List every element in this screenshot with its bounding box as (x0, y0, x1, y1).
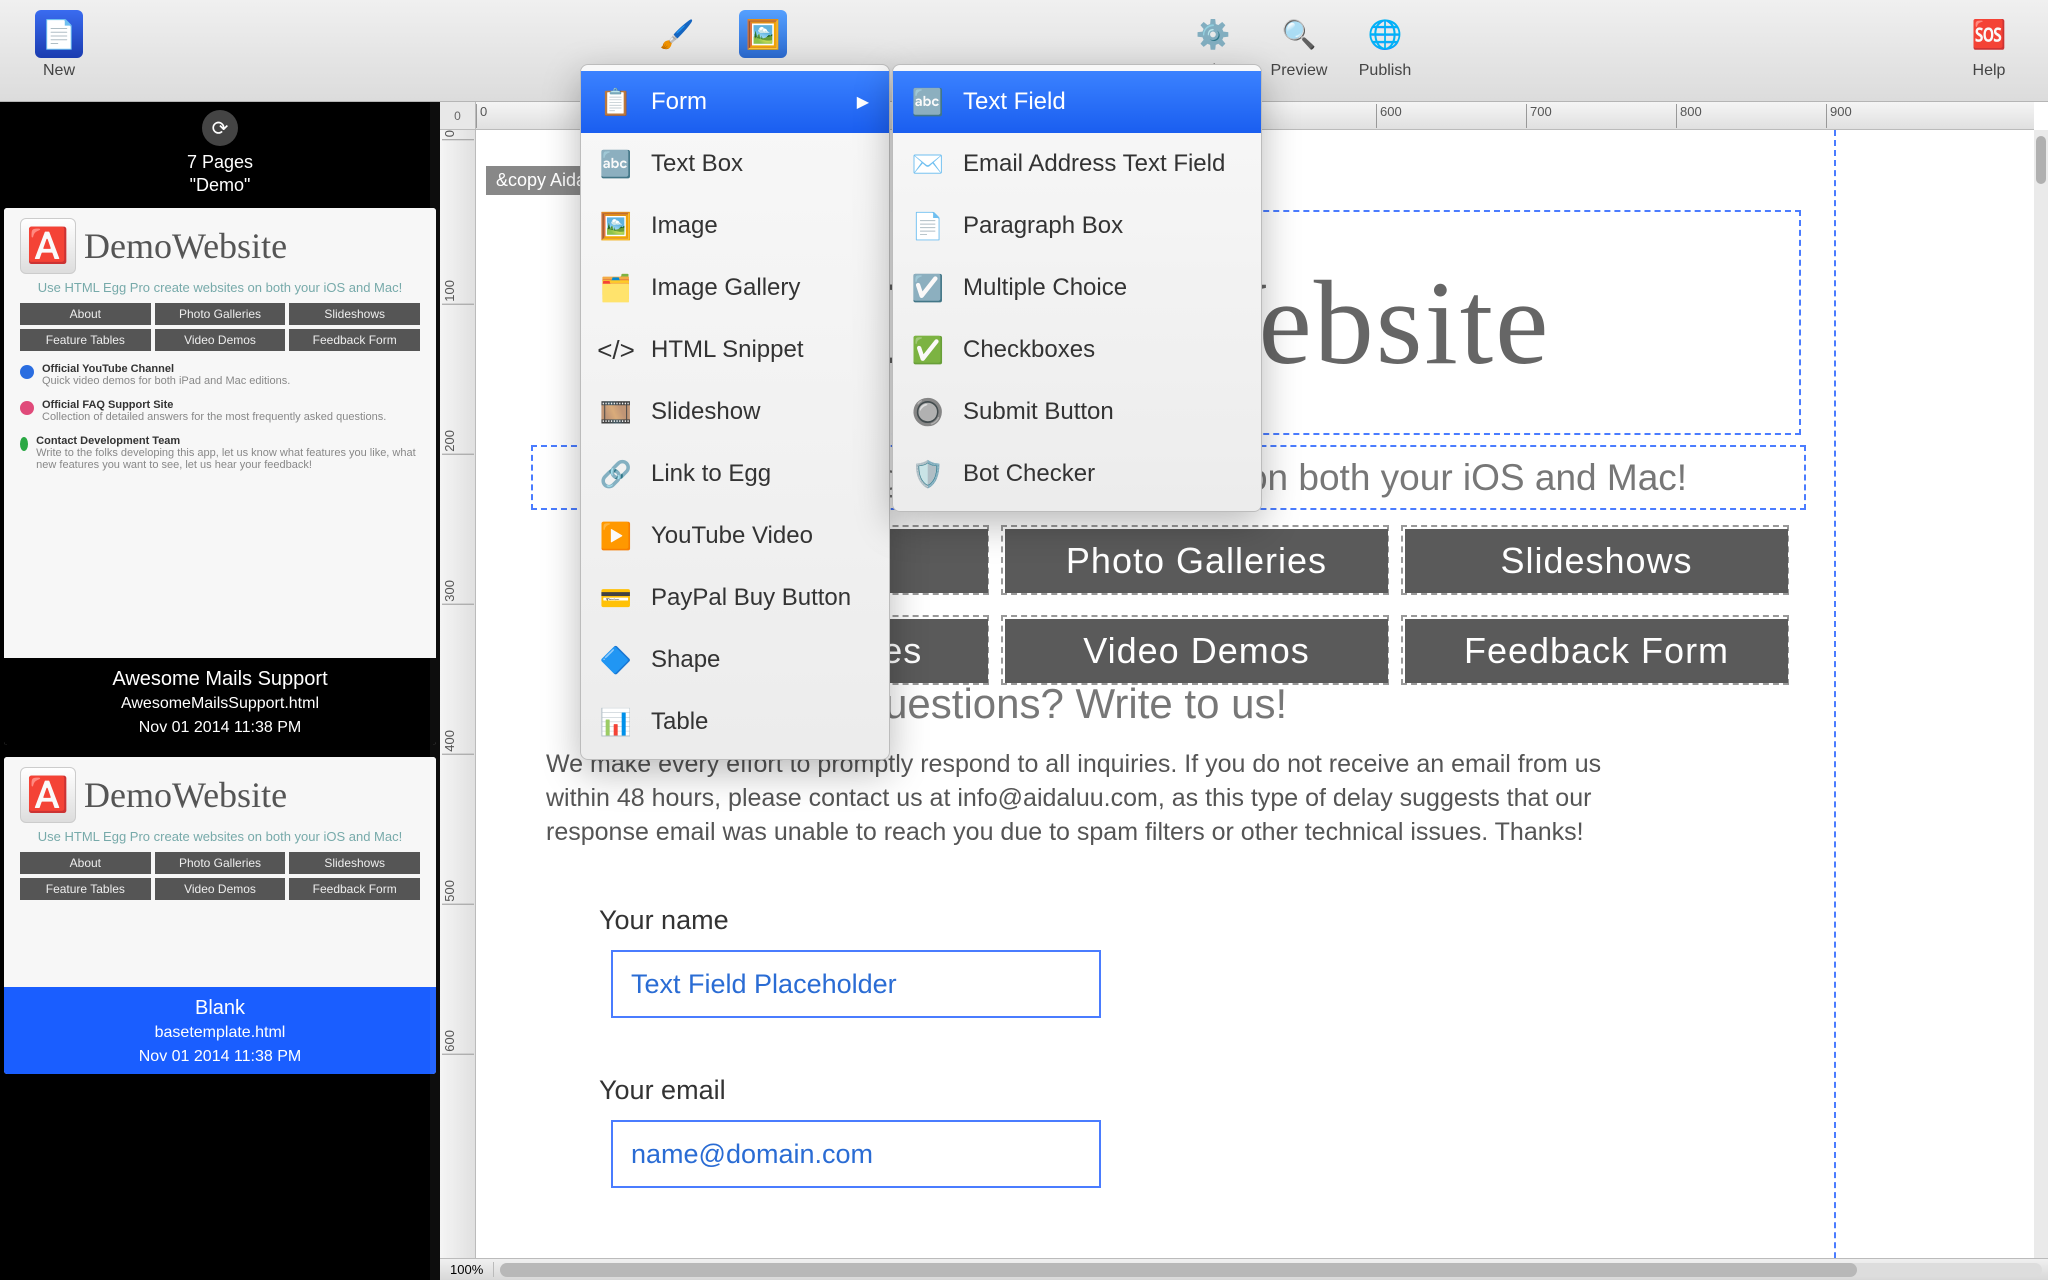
menu-item-label: Text Box (651, 150, 743, 178)
paragraph-box-icon: 📄 (907, 205, 949, 247)
text-box-icon: 🔤 (595, 143, 637, 185)
html-snippet-icon: </> (595, 329, 637, 371)
nav-video-demos[interactable]: Video Demos (1005, 619, 1388, 683)
page-thumbnail[interactable]: DemoWebsite Use HTML Egg Pro create webs… (4, 757, 436, 1074)
menu-item-label: Checkboxes (963, 336, 1095, 364)
menu-item-link-to-egg[interactable]: 🔗 Link to Egg (581, 443, 889, 505)
horizontal-scrollbar[interactable] (500, 1263, 2042, 1277)
menu-item-label: Shape (651, 646, 720, 674)
form-icon: 📋 (595, 81, 637, 123)
menu-item-label: Form (651, 88, 707, 116)
publish-button[interactable]: Publish (1346, 10, 1424, 80)
menu-item-label: Slideshow (651, 398, 760, 426)
email-address-text-field-icon: ✉️ (907, 143, 949, 185)
help-button[interactable]: Help (1950, 10, 2028, 80)
menu-item-label: HTML Snippet (651, 336, 804, 364)
youtube-video-icon: ▶️ (595, 515, 637, 557)
brush-icon (653, 10, 701, 58)
menu-item-label: Multiple Choice (963, 274, 1127, 302)
menu-item-label: Image Gallery (651, 274, 800, 302)
menu-item-submit-button[interactable]: 🔘 Submit Button (893, 381, 1261, 443)
thumbnail-caption: Awesome Mails Support AwesomeMailsSuppor… (4, 658, 436, 745)
ruler-corner: 0 (440, 102, 476, 130)
vertical-scrollbar[interactable] (2034, 130, 2048, 1258)
menu-item-label: YouTube Video (651, 522, 813, 550)
menu-item-image[interactable]: 🖼️ Image (581, 195, 889, 257)
preview-button[interactable]: Preview (1260, 10, 1338, 80)
menu-item-label: Table (651, 708, 708, 736)
image-icon: 🖼️ (595, 205, 637, 247)
refresh-icon[interactable]: ⟳ (202, 110, 238, 146)
name-label[interactable]: Your name (599, 905, 729, 936)
menu-item-label: Link to Egg (651, 460, 771, 488)
multiple-choice-icon: ☑️ (907, 267, 949, 309)
email-input[interactable] (611, 1120, 1101, 1188)
menu-item-email-address-text-field[interactable]: ✉️ Email Address Text Field (893, 133, 1261, 195)
menu-item-checkboxes[interactable]: ✅ Checkboxes (893, 319, 1261, 381)
menu-item-label: PayPal Buy Button (651, 584, 851, 612)
thumbnail-preview: DemoWebsite Use HTML Egg Pro create webs… (4, 208, 436, 658)
menu-item-table[interactable]: 📊 Table (581, 691, 889, 753)
menu-item-html-snippet[interactable]: </> HTML Snippet (581, 319, 889, 381)
ruler-vertical: 0 100 200 300 400 500 600 (440, 130, 476, 1258)
menu-item-shape[interactable]: 🔷 Shape (581, 629, 889, 691)
thumbnail-preview: DemoWebsite Use HTML Egg Pro create webs… (4, 757, 436, 987)
shape-icon: 🔷 (595, 639, 637, 681)
email-label[interactable]: Your email (599, 1075, 726, 1106)
insert-button[interactable] (724, 10, 802, 62)
nav-slideshows[interactable]: Slideshows (1405, 529, 1788, 593)
menu-item-label: Image (651, 212, 718, 240)
form-submenu: 🔤 Text Field ✉️ Email Address Text Field 📄 Pa… (892, 64, 1262, 512)
menu-item-text-box[interactable]: 🔤 Text Box (581, 133, 889, 195)
page-sidebar: ⟳ 7 Pages "Demo" DemoWebsite Use HTML Eg… (0, 102, 440, 1280)
menu-item-image-gallery[interactable]: 🗂️ Image Gallery (581, 257, 889, 319)
menu-item-bot-checker[interactable]: 🛡️ Bot Checker (893, 443, 1261, 505)
sidebar-scrollbar[interactable] (430, 102, 440, 1280)
help-icon (1965, 10, 2013, 58)
checkboxes-icon: ✅ (907, 329, 949, 371)
menu-item-label: Text Field (963, 88, 1066, 116)
menu-item-label: Bot Checker (963, 460, 1095, 488)
insert-menu: 📋 Form ▶ 🔤 Text Box 🖼️ Image 🗂️ Image Gallery </>… (580, 64, 890, 760)
menu-item-slideshow[interactable]: 🎞️ Slideshow (581, 381, 889, 443)
zoom-level[interactable]: 100% (440, 1262, 494, 1277)
questions-body[interactable]: We make every effort to promptly respond… (546, 748, 1616, 849)
nav-photo-galleries[interactable]: Photo Galleries (1005, 529, 1388, 593)
sidebar-header: ⟳ 7 Pages "Demo" (0, 102, 440, 196)
paypal-buy-button-icon: 💳 (595, 577, 637, 619)
menu-item-paypal-buy-button[interactable]: 💳 PayPal Buy Button (581, 567, 889, 629)
gear-icon (1189, 10, 1237, 58)
image-gallery-icon: 🗂️ (595, 267, 637, 309)
brush-button[interactable] (638, 10, 716, 62)
slideshow-icon: 🎞️ (595, 391, 637, 433)
preview-icon (1275, 10, 1323, 58)
pages-count: 7 Pages (0, 152, 440, 173)
menu-item-youtube-video[interactable]: ▶️ YouTube Video (581, 505, 889, 567)
menu-item-label: Email Address Text Field (963, 150, 1225, 178)
new-button[interactable]: New (20, 10, 98, 80)
thumbnail-caption-selected: Blank basetemplate.html Nov 01 2014 11:3… (4, 987, 436, 1074)
new-icon (35, 10, 83, 58)
status-bar: 100% (440, 1258, 2048, 1280)
new-label: New (43, 62, 75, 80)
nav-feedback-form[interactable]: Feedback Form (1405, 619, 1788, 683)
page-thumbnail[interactable]: DemoWebsite Use HTML Egg Pro create webs… (4, 208, 436, 745)
globe-icon (1361, 10, 1409, 58)
menu-item-multiple-choice[interactable]: ☑️ Multiple Choice (893, 257, 1261, 319)
bot-checker-icon: 🛡️ (907, 453, 949, 495)
menu-item-label: Paragraph Box (963, 212, 1123, 240)
menu-item-form[interactable]: 📋 Form ▶ (581, 71, 889, 133)
project-name: "Demo" (0, 175, 440, 196)
table-icon: 📊 (595, 701, 637, 743)
insert-icon (739, 10, 787, 58)
link-to-egg-icon: 🔗 (595, 453, 637, 495)
submit-button-icon: 🔘 (907, 391, 949, 433)
menu-item-paragraph-box[interactable]: 📄 Paragraph Box (893, 195, 1261, 257)
chevron-right-icon: ▶ (857, 92, 869, 112)
name-input[interactable] (611, 950, 1101, 1018)
text-field-icon: 🔤 (907, 81, 949, 123)
menu-item-text-field[interactable]: 🔤 Text Field (893, 71, 1261, 133)
menu-item-label: Submit Button (963, 398, 1114, 426)
